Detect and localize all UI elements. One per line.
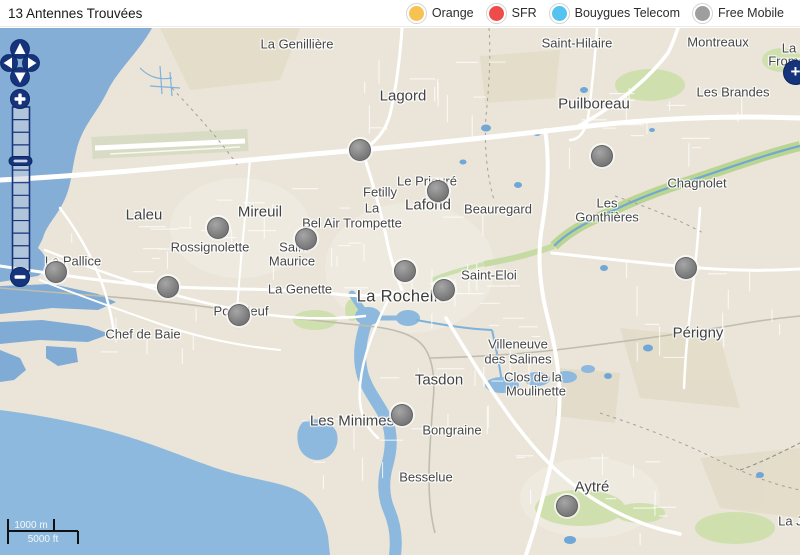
legend-label: Free Mobile	[718, 6, 784, 20]
results-count-title: 13 Antennes Trouvées	[8, 6, 142, 21]
antenna-marker[interactable]	[228, 304, 250, 326]
slider-grip-icon	[14, 160, 28, 163]
antenna-marker[interactable]	[591, 145, 613, 167]
map-canvas[interactable]	[0, 28, 800, 555]
legend-item-bouygues-telecom[interactable]: Bouygues Telecom	[550, 4, 680, 23]
legend-item-free-mobile[interactable]: Free Mobile	[693, 4, 784, 23]
operator-swatch-icon	[407, 4, 426, 23]
antenna-marker[interactable]	[391, 404, 413, 426]
scale-bar: 1000 m 5000 ft	[5, 516, 95, 550]
minus-icon	[15, 275, 26, 278]
antenna-marker[interactable]	[157, 276, 179, 298]
panzoom-control	[0, 36, 44, 294]
scale-metric-label: 1000 m	[14, 520, 47, 531]
legend-item-sfr[interactable]: SFR	[487, 4, 537, 23]
antenna-marker[interactable]	[433, 279, 455, 301]
scale-imperial-label: 5000 ft	[28, 534, 59, 545]
pan-compass[interactable]	[1, 40, 40, 87]
operator-legend: Orange SFR Bouygues Telecom Free Mobile	[407, 4, 784, 23]
antenna-marker[interactable]	[394, 260, 416, 282]
zoom-slider-track[interactable]	[13, 107, 30, 271]
legend-label: Bouygues Telecom	[575, 6, 680, 20]
antenna-marker[interactable]	[427, 180, 449, 202]
map-viewport[interactable]: + 1000 m 5000 ft La GenillièreSaint-Hila…	[0, 28, 800, 555]
antenna-marker[interactable]	[349, 139, 371, 161]
operator-swatch-icon	[693, 4, 712, 23]
antenna-marker[interactable]	[295, 228, 317, 250]
antenna-marker[interactable]	[556, 495, 578, 517]
antenna-marker[interactable]	[45, 261, 67, 283]
legend-item-orange[interactable]: Orange	[407, 4, 474, 23]
legend-label: SFR	[512, 6, 537, 20]
legend-label: Orange	[432, 6, 474, 20]
antenna-marker[interactable]	[207, 217, 229, 239]
operator-swatch-icon	[550, 4, 569, 23]
antenna-marker[interactable]	[675, 257, 697, 279]
operator-swatch-icon	[487, 4, 506, 23]
antenna-map-app: 13 Antennes Trouvées Orange SFR Bouygues T…	[0, 0, 800, 555]
header-bar: 13 Antennes Trouvées Orange SFR Bouygues T…	[0, 0, 800, 27]
